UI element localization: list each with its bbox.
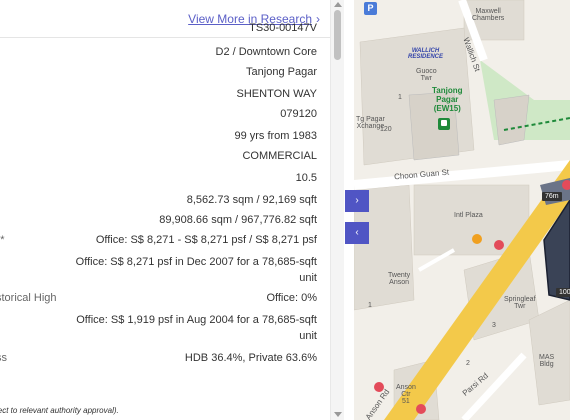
detail-row-value: HDB 36.4%, Private 63.6% xyxy=(184,352,317,364)
detail-row-value: 8,562.73 sqm / 92,169 sqft xyxy=(186,194,317,206)
map-label-anson-centre: Anson Ctr 51 xyxy=(396,384,416,405)
map-poi-pin[interactable] xyxy=(374,382,384,392)
detail-row-value: 079120 xyxy=(280,108,317,120)
map-view[interactable]: P Maxwell Chambers WALLICH RESIDENCE Guoco… xyxy=(344,0,570,420)
map-label-mas-building: MAS Bldg xyxy=(539,354,555,368)
map-label-1-south: 1 xyxy=(368,302,372,309)
map-label-3: 3 xyxy=(492,322,496,329)
scrollbar-thumb[interactable] xyxy=(334,10,341,60)
map-poi-pin[interactable] xyxy=(494,240,504,250)
detail-row-value: Office: S$ 1,919 psf in Aug 2004 for a 7… xyxy=(76,314,317,342)
map-label-intl-plaza: Intl Plaza xyxy=(454,212,483,219)
scroll-up-arrow-icon[interactable] xyxy=(334,2,342,7)
map-label-maxwell-chambers: Maxwell Chambers xyxy=(472,8,505,22)
detail-row-value: COMMERCIAL xyxy=(242,150,317,162)
map-label-1-north: 1 xyxy=(398,94,402,101)
detail-row-key: storical High xyxy=(0,292,57,304)
detail-row-value: 89,908.66 sqm / 967,776.82 sqft xyxy=(159,214,317,226)
detail-row-key: ss xyxy=(0,352,7,364)
property-details-panel: View More in Research › TS30-00147V D2 / D… xyxy=(0,0,344,420)
scroll-down-arrow-icon[interactable] xyxy=(334,412,342,417)
expand-panel-button[interactable]: › xyxy=(345,190,369,212)
collapse-panel-button[interactable]: ‹ xyxy=(345,222,369,244)
detail-row-value: Tanjong Pagar xyxy=(246,66,317,78)
map-label-2: 2 xyxy=(466,360,470,367)
detail-row-value: Office: S$ 8,271 - S$ 8,271 psf / S$ 8,2… xyxy=(95,234,317,246)
panel-scrollbar[interactable] xyxy=(330,0,344,420)
map-label-twenty-anson: Twenty Anson xyxy=(388,272,411,286)
map-canvas xyxy=(354,0,570,420)
map-poi-pin[interactable] xyxy=(472,234,482,244)
distance-badge: 76m xyxy=(542,192,562,201)
parking-icon[interactable]: P xyxy=(364,2,377,15)
detail-row-key: ** xyxy=(0,234,5,246)
detail-row-value: 99 yrs from 1983 xyxy=(234,130,317,142)
detail-row-value: TS30-00147V xyxy=(249,22,317,34)
footnote: ject to relevant authority approval). xyxy=(0,406,119,415)
map-label-wallich-residence: WALLICH RESIDENCE xyxy=(408,48,444,60)
map-label-guoco-tower: Guoco Twr xyxy=(416,68,437,82)
detail-row-value: D2 / Downtown Core xyxy=(215,46,318,58)
mrt-station-icon[interactable] xyxy=(438,118,450,130)
distance-badge: 100 xyxy=(556,288,570,297)
map-poi-pin[interactable] xyxy=(562,180,570,190)
map-label-tanjong-pagar-mrt: Tanjong Pagar (EW15) xyxy=(432,86,463,113)
map-poi-pin[interactable] xyxy=(416,404,426,414)
detail-row-value: SHENTON WAY xyxy=(236,88,317,100)
map-label-120: 120 xyxy=(380,126,392,133)
detail-row-value: Office: S$ 8,271 psf in Dec 2007 for a 7… xyxy=(75,256,317,284)
detail-row-value: 10.5 xyxy=(295,172,317,184)
detail-row-value: Office: 0% xyxy=(266,292,317,304)
map-label-springleaf-tower: Springleaf Twr xyxy=(504,296,536,310)
